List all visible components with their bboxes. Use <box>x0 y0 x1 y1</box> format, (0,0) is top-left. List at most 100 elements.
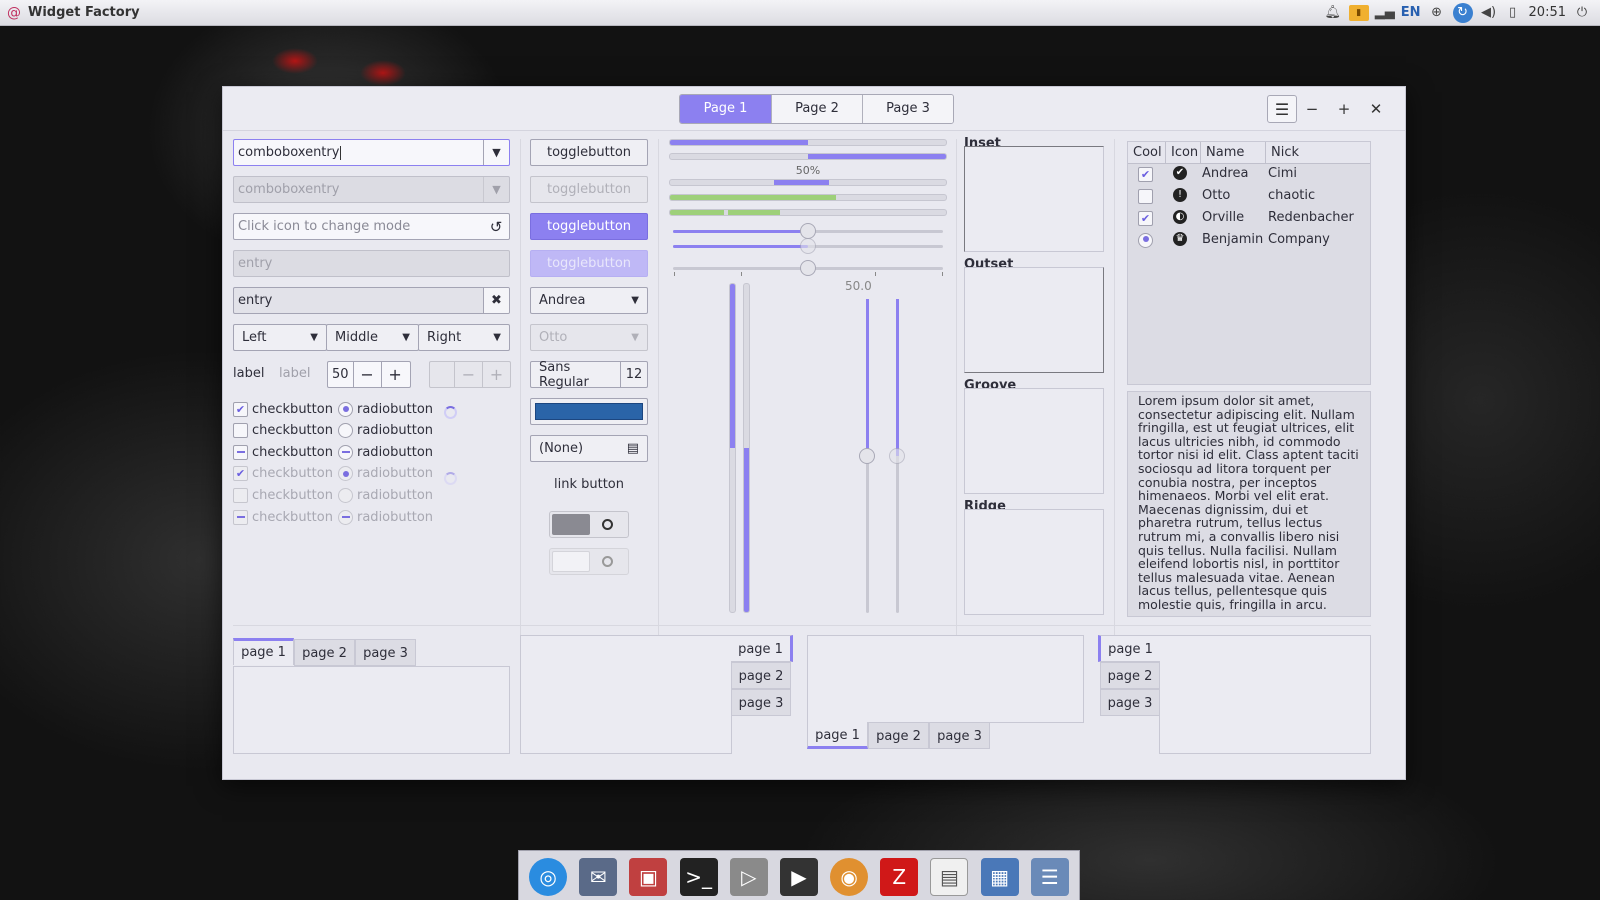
tree-rows: ✔ ✔ Andrea Cimi! Otto chaotic ✔ ◐ Orville Redenba… <box>1128 164 1370 252</box>
tree-row[interactable]: ♛ Benjamin Company <box>1128 230 1370 252</box>
file-chooser-button[interactable]: (None) ▤ <box>530 435 648 462</box>
text-view[interactable]: Lorem ipsum dolor sit amet, consectetur … <box>1127 391 1371 617</box>
scale-knob[interactable] <box>800 238 816 254</box>
tree-view[interactable]: Cool Icon Name Nick ✔ ✔ Andrea Cimi! Otto cha… <box>1127 141 1371 385</box>
togglebutton-active[interactable]: togglebutton <box>530 213 648 240</box>
clock[interactable]: 20:51 <box>1529 5 1566 20</box>
undo-icon[interactable]: ↺ <box>483 214 509 239</box>
entry-with-clear[interactable]: entry ✖ <box>233 287 510 314</box>
battery-icon[interactable]: ▮ <box>1348 4 1369 21</box>
notebook-right-tab-1[interactable]: page 1 <box>731 635 793 662</box>
combobox-entry-active[interactable]: comboboxentry ▼ <box>233 139 510 166</box>
radio-selected-icon[interactable] <box>1138 233 1153 248</box>
settings-icon[interactable]: ☰ <box>1030 857 1069 900</box>
notebook-top-tab-2[interactable]: page 2 <box>294 639 355 666</box>
row-status-icon: ◐ <box>1173 210 1187 224</box>
notebook-top-tab-1[interactable]: page 1 <box>233 638 294 665</box>
stack-tab-page1[interactable]: Page 1 <box>680 95 771 123</box>
notebook-bottom-page <box>807 635 1084 723</box>
column-header-nick[interactable]: Nick <box>1266 142 1370 163</box>
notebook-left-tab-1[interactable]: page 1 <box>1098 635 1160 662</box>
hamburger-menu-icon[interactable]: ☰ <box>1267 95 1297 123</box>
media-player-icon[interactable]: ▷ <box>729 857 768 896</box>
combo-left[interactable]: Left ▼ <box>233 324 327 351</box>
checkbox-checked-icon[interactable]: ✔ <box>1138 211 1153 226</box>
column-header-icon[interactable]: Icon <box>1166 142 1201 163</box>
chevron-down-icon[interactable]: ▼ <box>483 140 509 165</box>
clear-icon[interactable]: ✖ <box>483 288 509 313</box>
notebook-bottom-tab-1[interactable]: page 1 <box>807 722 868 749</box>
combo-andrea[interactable]: Andrea ▼ <box>530 287 648 314</box>
togglebutton-1[interactable]: togglebutton <box>530 139 648 166</box>
link-button[interactable]: link button <box>530 477 648 492</box>
bell-icon[interactable]: 🔔︎ <box>1325 5 1342 21</box>
notebook-left-tab-2[interactable]: page 2 <box>1100 662 1160 689</box>
power-icon[interactable]: ⏻ <box>1574 5 1590 21</box>
color-button[interactable] <box>530 398 648 425</box>
filezilla-icon[interactable]: Z <box>880 857 919 896</box>
mail-icon[interactable]: ✉ <box>579 857 618 896</box>
combo-andrea-label: Andrea <box>539 293 586 308</box>
debian-menu-icon[interactable]: @ <box>6 5 22 21</box>
checkbutton[interactable]: checkbutton <box>233 443 333 461</box>
switch-on[interactable] <box>549 511 629 538</box>
font-button[interactable]: Sans Regular 12 <box>530 360 648 390</box>
package-icon[interactable]: ▣ <box>629 857 668 896</box>
radiobutton-label: radiobutton <box>357 487 434 503</box>
keyboard-layout[interactable]: EN <box>1401 5 1421 20</box>
column-header-cool[interactable]: Cool <box>1128 142 1166 163</box>
tree-row[interactable]: ✔ ◐ Orville Redenbacher <box>1128 208 1370 230</box>
clipboard-icon[interactable]: ▯ <box>1505 5 1521 21</box>
checkbutton[interactable]: checkbutton <box>233 422 333 440</box>
file-chooser-label: (None) <box>539 441 584 456</box>
spin-button[interactable]: 50 − + <box>327 361 411 388</box>
tree-row[interactable]: ✔ ✔ Andrea Cimi <box>1128 164 1370 186</box>
combo-right[interactable]: Right ▼ <box>418 324 510 351</box>
checkbutton[interactable]: ✔ checkbutton <box>233 400 333 418</box>
scale-mark <box>875 272 876 276</box>
notebook-bottom-tab-2[interactable]: page 2 <box>868 722 929 749</box>
globe-icon[interactable]: ⊕ <box>1429 5 1445 21</box>
checkbox-checked-icon[interactable]: ✔ <box>1138 167 1153 182</box>
spinner-disabled-icon <box>444 472 457 485</box>
minus-icon[interactable]: − <box>352 362 381 387</box>
stack-tab-page3[interactable]: Page 3 <box>862 95 953 123</box>
video-icon[interactable]: ▶ <box>779 857 818 896</box>
network-icon[interactable]: ↻ <box>1452 2 1473 23</box>
combobox-entry-disabled: comboboxentry ▼ <box>233 176 510 203</box>
notebook-bottom-tab-3[interactable]: page 3 <box>929 722 990 749</box>
checkbutton-label: checkbutton <box>252 401 333 417</box>
signal-icon[interactable]: ▂▄ <box>1375 5 1395 21</box>
terminal-icon[interactable]: >_ <box>679 857 718 900</box>
notebook-right-tab-2[interactable]: page 2 <box>731 662 791 689</box>
window-manager-icon[interactable]: ▦ <box>980 857 1019 896</box>
column-header-name[interactable]: Name <box>1201 142 1266 163</box>
notebook-top-tab-3[interactable]: page 3 <box>355 639 416 666</box>
combo-middle-label: Middle <box>335 330 378 345</box>
maximize-icon[interactable]: + <box>1329 95 1359 123</box>
volume-icon[interactable]: ◀) <box>1481 5 1497 21</box>
checkbox-unchecked-icon[interactable] <box>1138 189 1153 204</box>
plus-icon[interactable]: + <box>380 362 409 387</box>
minimize-icon[interactable]: − <box>1297 95 1327 123</box>
scale-knob[interactable] <box>800 260 816 276</box>
scale-knob[interactable] <box>859 448 875 464</box>
radiobutton[interactable]: radiobutton <box>338 422 433 440</box>
scale-knob[interactable] <box>800 223 816 239</box>
combo-middle[interactable]: Middle ▼ <box>326 324 419 351</box>
radiobutton[interactable]: radiobutton <box>338 400 433 418</box>
text-editor-icon[interactable]: ▤ <box>930 857 969 896</box>
radiobutton[interactable]: radiobutton <box>338 443 433 461</box>
browser-icon[interactable]: ◎ <box>529 857 568 896</box>
close-icon[interactable]: ✕ <box>1361 95 1391 123</box>
tree-row[interactable]: ! Otto chaotic <box>1128 186 1370 208</box>
top-panel: @ Widget Factory 🔔︎ ▮ ▂▄ EN ⊕ ↻ ◀) ▯ 20:… <box>0 0 1600 26</box>
checkbutton-label: checkbutton <box>252 487 333 503</box>
scale-knob[interactable] <box>889 448 905 464</box>
stack-tab-page2[interactable]: Page 2 <box>771 95 862 123</box>
notebook-left-tab-3[interactable]: page 3 <box>1100 689 1160 716</box>
notebook-right-tab-3[interactable]: page 3 <box>731 689 791 716</box>
disc-icon[interactable]: ◉ <box>830 857 869 896</box>
mode-entry[interactable]: Click icon to change mode ↺ <box>233 213 510 240</box>
header-bar: Page 1 Page 2 Page 3 ☰ − + ✕ <box>223 87 1405 131</box>
